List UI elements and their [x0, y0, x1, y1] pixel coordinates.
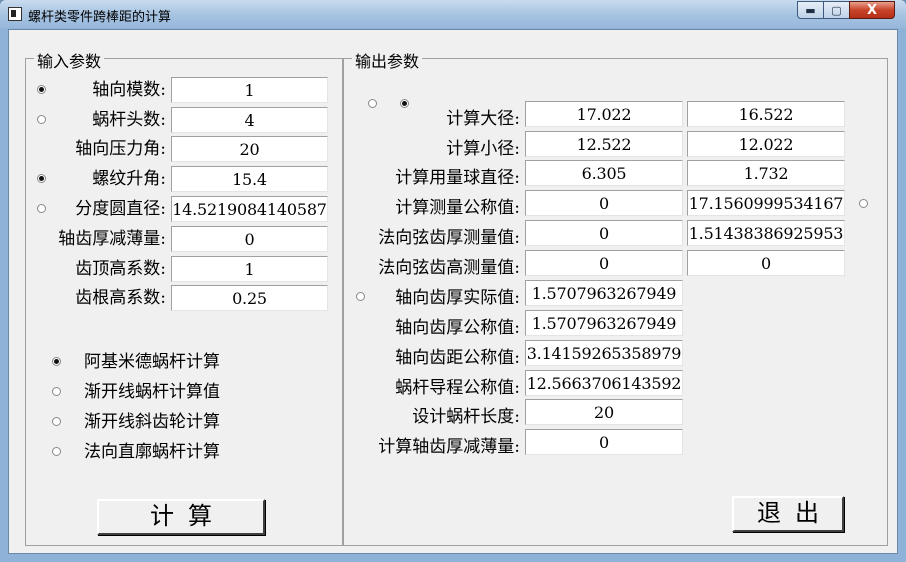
axial-thickness-actual-label: 轴向齿厚实际值:	[395, 288, 520, 308]
maximize-icon: ▢	[831, 3, 842, 17]
axial-thickness-nominal-label: 轴向齿厚公称值:	[395, 318, 520, 338]
axial-module-field[interactable]: 1	[171, 77, 328, 103]
addendum-coef-field[interactable]: 1	[171, 256, 328, 282]
ball-diameter-field-2[interactable]: 1.732	[687, 160, 845, 186]
form-client-area: 输入参数 轴向模数: 1 蜗杆头数: 4 轴向压力角: 20 螺纹升角: 15.…	[8, 29, 898, 554]
mode-normal-profile-label[interactable]: 法向直廓蜗杆计算	[84, 439, 220, 465]
worm-starts-field[interactable]: 4	[171, 107, 328, 133]
worm-starts-label: 蜗杆头数:	[92, 110, 166, 130]
lead-angle-field[interactable]: 15.4	[171, 166, 328, 192]
worm-lead-nominal-field[interactable]: 12.5663706143592	[525, 370, 683, 396]
axial-module-label: 轴向模数:	[92, 80, 166, 100]
calc-tooth-thinning-field[interactable]: 0	[525, 429, 683, 455]
normal-chordal-thickness-label: 法向弦齿厚测量值:	[378, 228, 520, 248]
ball-diameter-label: 计算用量球直径:	[395, 168, 520, 188]
normal-chordal-height-label: 法向弦齿高测量值:	[378, 258, 520, 278]
maximize-button[interactable]: ▢	[823, 1, 850, 19]
mode-helical-gear-radio[interactable]	[52, 417, 61, 426]
calc-minor-diameter-label: 计算小径:	[446, 139, 520, 159]
measure-nominal-field-1[interactable]: 0	[525, 190, 683, 216]
calc-major-diameter-field-2[interactable]: 16.522	[687, 101, 845, 127]
axial-thickness-nominal-field[interactable]: 1.5707963267949	[525, 310, 683, 336]
minimize-icon: ▬	[805, 3, 816, 17]
calc-minor-diameter-field-2[interactable]: 12.022	[687, 131, 845, 157]
title-bar[interactable]: 螺杆类零件跨棒距的计算 ▬ ▢ X	[0, 0, 906, 28]
design-worm-length-field[interactable]: 20	[525, 399, 683, 425]
axial-pressure-angle-label: 轴向压力角:	[75, 139, 166, 159]
axial-pitch-nominal-label: 轴向齿距公称值:	[395, 348, 520, 368]
mode-helical-gear-label[interactable]: 渐开线斜齿轮计算	[84, 409, 220, 435]
dedendum-coef-field[interactable]: 0.25	[171, 285, 328, 311]
input-params-group: 输入参数 轴向模数: 1 蜗杆头数: 4 轴向压力角: 20 螺纹升角: 15.…	[25, 48, 343, 546]
calc-major-diameter-field-1[interactable]: 17.022	[525, 101, 683, 127]
worm-lead-nominal-label: 蜗杆导程公称值:	[395, 378, 520, 398]
axial-pressure-angle-field[interactable]: 20	[171, 136, 328, 162]
mode-involute-worm-radio[interactable]	[52, 387, 61, 396]
app-icon[interactable]	[8, 7, 22, 21]
window-title: 螺杆类零件跨棒距的计算	[28, 10, 172, 25]
output-params-group: 输出参数 计算大径: 17.022 16.522 计算小径: 12.522 12…	[343, 48, 888, 546]
measure-nominal-radio[interactable]	[859, 199, 868, 208]
pitch-diameter-label: 分度圆直径:	[75, 199, 166, 219]
mode-normal-profile-radio[interactable]	[52, 447, 61, 456]
normal-chordal-height-field-2[interactable]: 0	[687, 250, 845, 276]
tooth-thinning-label: 轴齿厚减薄量:	[58, 229, 166, 249]
mode-archimedes-radio[interactable]	[52, 357, 61, 366]
axial-thickness-actual-field[interactable]: 1.5707963267949	[525, 280, 683, 306]
axial-pitch-nominal-field[interactable]: 3.14159265358979	[525, 340, 683, 366]
calc-major-diameter-label: 计算大径:	[446, 109, 520, 129]
design-worm-length-label: 设计蜗杆长度:	[412, 407, 520, 427]
normal-chordal-thickness-field-1[interactable]: 0	[525, 220, 683, 246]
calculate-button[interactable]: 计算	[97, 499, 265, 535]
calc-tooth-thinning-label: 计算轴齿厚减薄量:	[378, 437, 520, 457]
minimize-button[interactable]: ▬	[797, 1, 824, 19]
close-icon: X	[866, 2, 878, 18]
exit-button[interactable]: 退出	[732, 496, 844, 532]
calc-minor-diameter-field-1[interactable]: 12.522	[525, 131, 683, 157]
mode-involute-worm-label[interactable]: 渐开线蜗杆计算值	[84, 379, 220, 405]
lead-angle-label: 螺纹升角:	[92, 169, 166, 189]
pitch-diameter-field[interactable]: 14.5219084140587	[171, 196, 328, 222]
input-params-legend: 输入参数	[34, 48, 105, 72]
app-window: 螺杆类零件跨棒距的计算 ▬ ▢ X 输入参数 轴向模数: 1 蜗杆头数: 4 轴…	[0, 0, 906, 562]
output-params-legend: 输出参数	[352, 48, 423, 72]
mode-archimedes-label[interactable]: 阿基米德蜗杆计算	[84, 349, 220, 375]
normal-chordal-thickness-field-2[interactable]: 1.51438386925953	[687, 220, 845, 246]
measure-nominal-field-2[interactable]: 17.1560999534167	[687, 190, 845, 216]
normal-chordal-height-field-1[interactable]: 0	[525, 250, 683, 276]
close-button[interactable]: X	[849, 1, 895, 19]
tooth-thinning-field[interactable]: 0	[171, 226, 328, 252]
ball-diameter-field-1[interactable]: 6.305	[525, 160, 683, 186]
addendum-coef-label: 齿顶高系数:	[75, 259, 166, 279]
measure-nominal-label: 计算测量公称值:	[395, 198, 520, 218]
dedendum-coef-label: 齿根高系数:	[75, 288, 166, 308]
